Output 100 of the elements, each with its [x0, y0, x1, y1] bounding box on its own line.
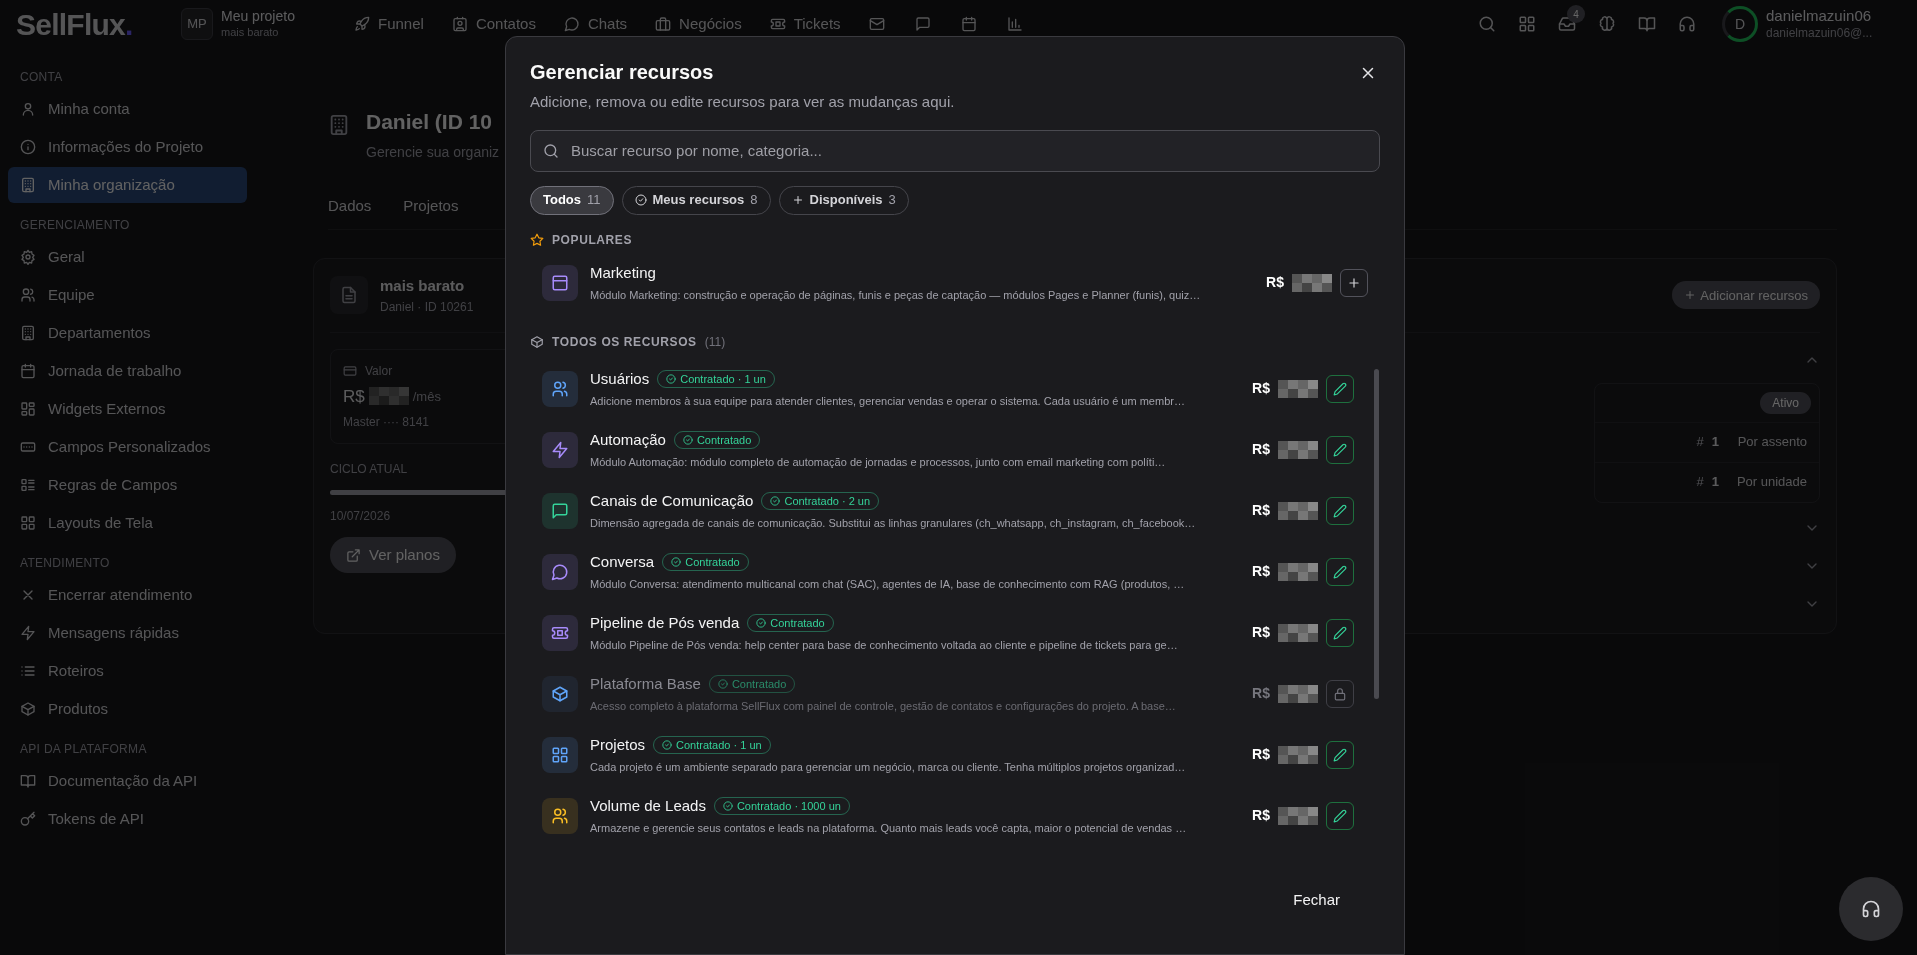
unit-type: Por unidade: [1735, 473, 1807, 492]
unit-type: Por assento: [1736, 433, 1807, 452]
project-avatar[interactable]: MP: [181, 8, 213, 40]
chat-icon: [563, 16, 580, 32]
sidebar-item[interactable]: Jornada de trabalho: [8, 353, 247, 389]
file-icon: [340, 286, 358, 305]
check-circle-icon: [666, 374, 677, 385]
lock-icon: [1333, 686, 1347, 701]
price-currency: R$: [1252, 623, 1270, 642]
building-icon: [20, 177, 36, 193]
user-avatar[interactable]: D: [1722, 6, 1758, 42]
sidebar-item[interactable]: Layouts de Tela: [8, 505, 247, 541]
section-title: POPULARES: [552, 231, 633, 249]
search-icon: [543, 142, 559, 159]
resource-description: Armazene e gerencie seus contatos e leads na plataforma. Quanto mais leads você capta, maior o potencial de vendas …: [590, 820, 1188, 836]
book-icon: [1638, 15, 1656, 33]
sidebar-item[interactable]: Documentação da API: [8, 763, 247, 799]
lightning-icon: [20, 625, 36, 641]
close-dialog-button[interactable]: Fechar: [1285, 884, 1348, 917]
briefcase-icon: [655, 16, 672, 32]
calendar-icon[interactable]: [960, 15, 979, 33]
project-name[interactable]: Meu projeto: [221, 8, 295, 26]
status-badge: Ativo: [1760, 391, 1811, 414]
sidebar-item[interactable]: Roteiros: [8, 653, 247, 689]
resource-name: Canais de Comunicação: [590, 491, 754, 511]
blurred-price: [1278, 562, 1318, 581]
blurred-price: [368, 387, 409, 406]
payment-method-text: Master ···· 8141: [343, 414, 430, 431]
currency: R$: [343, 385, 365, 408]
resource-name: Automação: [590, 430, 666, 450]
resource-name: Marketing: [590, 263, 656, 283]
sidebar-item[interactable]: Minha organização: [8, 167, 247, 203]
price-currency: R$: [1252, 806, 1270, 825]
sidebar-item[interactable]: Departamentos: [8, 315, 247, 351]
grid-icon: [20, 515, 36, 531]
cycle-date: 10/07/2026: [330, 508, 391, 525]
edit-button[interactable]: [1326, 435, 1354, 464]
nav-link[interactable]: Negócios: [655, 12, 742, 36]
resource-description: Módulo Pipeline de Pós venda: help center para base de conhecimento voltada ao cliente e pipeline de tickets para ge…: [590, 637, 1179, 653]
unit-count: 1: [1711, 433, 1719, 452]
edit-button[interactable]: [1326, 557, 1354, 586]
blurred-price: [1278, 623, 1318, 642]
plus-icon: [1347, 275, 1361, 290]
user-icon: [20, 101, 36, 117]
add-button[interactable]: [1340, 268, 1368, 297]
sidebar-item[interactable]: Tokens de API: [8, 801, 247, 837]
tab[interactable]: Projetos: [403, 194, 459, 217]
plus-icon: [791, 194, 804, 206]
view-plans-button[interactable]: Ver planos: [330, 537, 456, 573]
sidebar-item[interactable]: Minha conta: [8, 91, 247, 127]
check-circle-icon: [770, 496, 781, 507]
resource-description: Módulo Automação: módulo completo de automação de jornadas e processos, junto com email marketing com políti…: [590, 454, 1167, 470]
unit-count: 1: [1711, 473, 1719, 492]
filter-chip[interactable]: Todos 11: [530, 185, 614, 215]
ticket-icon: [769, 16, 786, 32]
pencil-icon: [1333, 381, 1347, 396]
sidebar-item[interactable]: Equipe: [8, 277, 247, 313]
sidebar-item[interactable]: Regras de Campos: [8, 467, 247, 503]
price-currency: R$: [1252, 501, 1270, 520]
plus-icon: [1684, 289, 1697, 302]
nav-link[interactable]: Contatos: [451, 12, 536, 36]
widgets-icon: [20, 401, 36, 417]
search-field[interactable]: Buscar recurso por nome, categoria...: [530, 129, 1380, 172]
add-resources-button[interactable]: Adicionar recursos: [1672, 281, 1820, 310]
calendar-icon: [20, 363, 36, 379]
sidebar-item[interactable]: Mensagens rápidas: [8, 615, 247, 651]
blurred-price: [1278, 806, 1318, 825]
nav-link[interactable]: Funnel: [354, 12, 424, 36]
resource-name: Projetos: [590, 735, 646, 755]
edit-button[interactable]: [1326, 801, 1354, 830]
edit-button[interactable]: [1326, 496, 1354, 525]
blurred-price: [1292, 273, 1332, 292]
cycle-label: CICLO ATUAL: [330, 461, 408, 478]
edit-button[interactable]: [1326, 740, 1354, 769]
check-circle-icon: [722, 801, 733, 812]
headset-icon: [1861, 899, 1881, 919]
sidebar-item[interactable]: Campos Personalizados: [8, 429, 247, 465]
sidebar-item[interactable]: Produtos: [8, 691, 247, 727]
key-icon: [20, 811, 36, 827]
sidebar-item[interactable]: Geral: [8, 239, 247, 275]
brain-icon: [1598, 15, 1616, 33]
logo[interactable]: SellFlux: [16, 1, 126, 47]
price-currency: R$: [1252, 562, 1270, 581]
nav-link[interactable]: Tickets: [769, 12, 841, 36]
check-circle-icon: [717, 679, 728, 690]
nav-link[interactable]: Chats: [563, 12, 628, 36]
tab[interactable]: Dados: [328, 194, 372, 217]
sidebar-item[interactable]: Informações do Projeto: [8, 129, 247, 165]
blurred-price: [1278, 440, 1318, 459]
resource-name: Pipeline de Pós venda: [590, 613, 740, 633]
edit-button[interactable]: [1326, 374, 1354, 403]
cube-icon: [530, 334, 544, 349]
plan-meta: Daniel · ID 10261: [380, 298, 474, 316]
mail-icon[interactable]: [868, 15, 887, 33]
edit-button[interactable]: [1326, 618, 1354, 647]
sidebar-item[interactable]: Encerrar atendimento: [8, 577, 247, 613]
sidebar-item[interactable]: Widgets Externos: [8, 391, 247, 427]
resource-description: Adicione membros à sua equipe para atender clientes, gerenciar vendas e operar o sistema. Cada usuário é um membr…: [590, 393, 1186, 409]
value-label: Valor: [365, 362, 393, 380]
message-icon[interactable]: [914, 15, 933, 33]
